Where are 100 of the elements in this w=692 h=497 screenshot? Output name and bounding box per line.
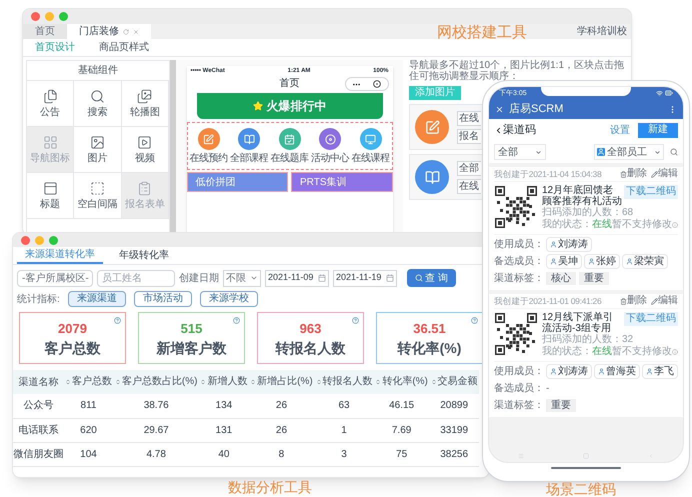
zoom-button[interactable]	[49, 236, 58, 244]
input-field[interactable]: 报名	[457, 128, 481, 144]
input-field[interactable]: 全部	[457, 160, 481, 176]
date-field[interactable]: 2021-11-09	[265, 270, 329, 286]
home-indicator	[551, 467, 621, 469]
metric-button[interactable]: 来源渠道	[68, 291, 126, 307]
help-icon[interactable]	[233, 317, 240, 324]
member-chip[interactable]: 吴坤	[546, 254, 582, 269]
page-tab[interactable]: 首页	[23, 24, 67, 39]
search-icon[interactable]	[670, 148, 678, 156]
documents-icon	[42, 89, 58, 104]
column-header[interactable]: 交易金额	[429, 370, 479, 394]
status-label: 我的状态：	[542, 346, 592, 358]
member-chip[interactable]: 刘涛涛	[546, 364, 592, 379]
component-tile[interactable]: 搜索	[74, 81, 122, 127]
column-header[interactable]: 新增人数	[199, 370, 249, 394]
close-button[interactable]	[21, 236, 30, 244]
member-chip[interactable]: 刘涛涛	[546, 237, 592, 252]
page-tab[interactable]: 门店装修	[67, 24, 151, 39]
help-icon[interactable]	[352, 317, 359, 324]
filter-select[interactable]: 全部	[494, 144, 546, 160]
member-chip[interactable]: 梁荣寅	[622, 254, 668, 269]
preview-title: 首页	[280, 79, 300, 89]
component-tile[interactable]: 标题	[27, 173, 74, 219]
nav-item[interactable]: 在线课程	[350, 128, 390, 164]
minimize-button[interactable]	[45, 12, 54, 21]
member-chip[interactable]: 曾海英	[594, 364, 640, 379]
image-icon	[90, 135, 105, 150]
column-header[interactable]: 渠道名称	[13, 370, 64, 394]
close-icon[interactable]	[133, 28, 139, 34]
home-icon[interactable]	[582, 453, 589, 459]
scrollbar[interactable]	[170, 60, 176, 235]
delete-link[interactable]: 删除	[620, 169, 647, 179]
campus-select[interactable]: -客户所属校区-	[17, 270, 93, 286]
delete-link[interactable]: 删除	[620, 296, 647, 306]
calendar-icon	[318, 274, 326, 282]
design-tab[interactable]: 商品页样式	[99, 42, 149, 52]
component-tile[interactable]: 图片	[74, 127, 122, 173]
table-cell: 75	[374, 442, 430, 466]
stat-value: 36.51	[413, 322, 446, 334]
person-icon	[646, 368, 653, 375]
metric-button[interactable]: 市场活动	[134, 291, 192, 307]
member-chip[interactable]: 李飞	[642, 364, 678, 379]
table-cell: 29.67	[113, 418, 200, 442]
edit-link[interactable]: 编辑	[651, 169, 678, 179]
capsule-button[interactable]	[344, 77, 388, 91]
trash-icon	[620, 298, 627, 304]
trash-icon	[620, 170, 627, 178]
section-caption: 网校搭建工具	[437, 25, 527, 40]
qr-code-drawing	[494, 185, 538, 229]
date-field[interactable]: 2021-11-19	[333, 270, 397, 286]
report-tab[interactable]: 年级转化率	[111, 247, 177, 264]
table-cell: 38.76	[113, 394, 200, 418]
search-icon	[415, 274, 423, 282]
component-tile[interactable]: 空白间隔	[74, 173, 122, 219]
refresh-icon[interactable]	[123, 28, 129, 34]
component-tile[interactable]: 视频	[122, 127, 169, 173]
edit-link[interactable]: 编辑	[651, 296, 678, 306]
nav-item[interactable]: 在线题库	[270, 128, 310, 164]
nav-item[interactable]: 在线预约	[188, 128, 228, 164]
tags-label: 渠道标签：	[494, 398, 543, 413]
stat-label: 新增客户数	[156, 340, 226, 354]
help-icon[interactable]	[471, 317, 478, 324]
backup-label: 备选成员：	[494, 254, 544, 269]
staff-input[interactable]: 员工姓名	[97, 270, 175, 286]
table-cell: 38256	[429, 442, 479, 466]
column-header[interactable]: 客户总数占比(%)	[113, 370, 200, 394]
images-icon	[137, 89, 152, 104]
table-cell: 26	[248, 394, 314, 418]
column-header[interactable]: 转化率(%)	[374, 370, 430, 394]
component-tile[interactable]: 公告	[27, 81, 74, 127]
table-cell: 40	[199, 442, 249, 466]
minimize-button[interactable]	[35, 236, 44, 244]
star-icon	[252, 101, 262, 111]
component-tile[interactable]: 轮播图	[122, 81, 169, 127]
column-header[interactable]: 转报名人数	[314, 370, 374, 394]
metric-button[interactable]: 来源学校	[200, 291, 258, 307]
table-cell: 8	[248, 442, 314, 466]
input-field[interactable]: 在线	[457, 178, 481, 194]
close-button[interactable]	[31, 12, 40, 21]
column-header[interactable]: 新增占比(%)	[248, 370, 314, 394]
table-cell: 26	[248, 418, 314, 442]
created-time: 我创建于2021-11-04 15:04:38	[494, 168, 602, 180]
range-select[interactable]: 不限	[223, 270, 261, 286]
query-button[interactable]: 查 询	[407, 269, 456, 287]
back-icon[interactable]	[494, 126, 503, 134]
column-header[interactable]: 客户总数	[64, 370, 114, 394]
staff-select[interactable]: 全部员工	[594, 144, 664, 160]
page-title: 渠道码	[503, 122, 536, 138]
note-text: 暂不支持修改	[612, 219, 672, 231]
promo-card[interactable]: PRTS集训	[291, 172, 392, 192]
nav-item[interactable]: 活动中心	[310, 128, 350, 164]
help-icon[interactable]	[114, 317, 121, 324]
nav-item[interactable]: 全部课程	[229, 128, 269, 164]
table-cell: 131	[199, 418, 249, 442]
zoom-button[interactable]	[59, 12, 68, 21]
grid-icon	[42, 135, 58, 150]
member-chip[interactable]: 张婷	[584, 254, 620, 269]
input-field[interactable]: 在线	[457, 110, 481, 126]
table-cell: 63	[314, 394, 374, 418]
